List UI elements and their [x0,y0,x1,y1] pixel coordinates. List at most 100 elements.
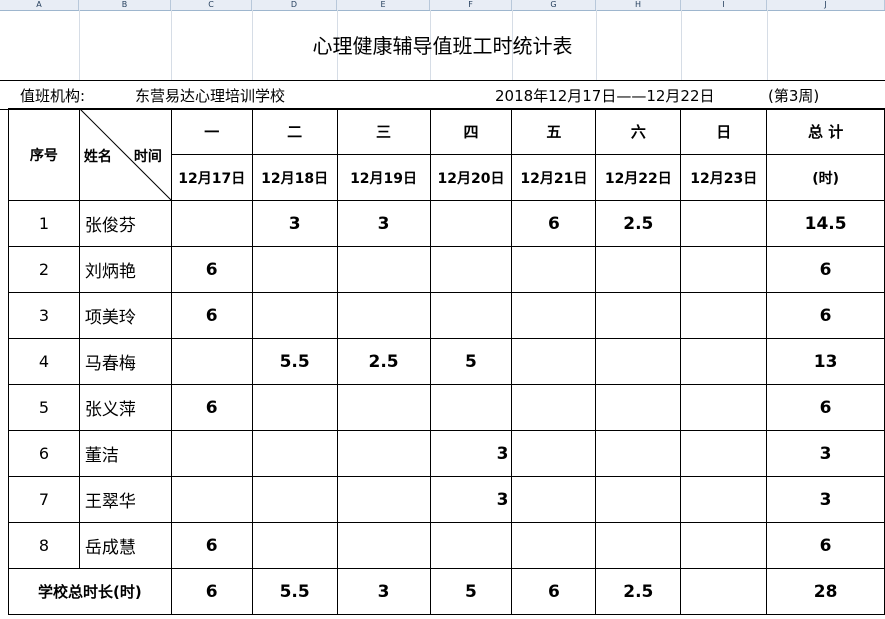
hours-cell[interactable] [680,338,768,385]
row-total[interactable]: 6 [766,384,885,431]
hours-cell[interactable]: 6 [170,246,253,293]
hours-cell[interactable] [170,338,253,385]
total-unit-header[interactable]: (时) [766,154,885,201]
day-total-cell[interactable]: 5 [429,568,513,615]
org-name[interactable]: 东营易达心理培训学校 [135,85,285,106]
hours-cell[interactable]: 6 [170,292,253,339]
day-total-cell[interactable]: 5.5 [251,568,338,615]
day-total-cell[interactable]: 6 [511,568,597,615]
col-header-g[interactable]: G [512,0,596,10]
day-total-cell[interactable]: 2.5 [595,568,682,615]
date-header[interactable]: 12月23日 [680,154,768,201]
hours-cell[interactable] [336,384,431,431]
row-index[interactable]: 6 [8,430,80,477]
hours-cell[interactable] [680,430,768,477]
hours-cell[interactable] [511,246,597,293]
hours-cell[interactable] [170,430,253,477]
row-index[interactable]: 7 [8,476,80,523]
hours-cell[interactable] [429,200,513,247]
hours-cell[interactable]: 2.5 [336,338,431,385]
col-header-i[interactable]: I [681,0,767,10]
hours-cell[interactable] [595,522,682,569]
hours-cell[interactable] [429,522,513,569]
hours-cell[interactable] [336,476,431,523]
hours-cell[interactable] [680,246,768,293]
day-total-cell[interactable]: 3 [336,568,431,615]
hours-cell[interactable] [680,384,768,431]
row-index[interactable]: 5 [8,384,80,431]
row-index[interactable]: 4 [8,338,80,385]
person-name[interactable]: 张义萍 [78,384,172,431]
date-header[interactable]: 12月21日 [511,154,597,201]
hours-cell[interactable] [429,292,513,339]
date-range[interactable]: 2018年12月17日——12月22日 [495,85,715,106]
hours-cell[interactable]: 3 [336,200,431,247]
row-total[interactable]: 6 [766,522,885,569]
col-header-j[interactable]: J [767,0,885,10]
date-header[interactable]: 12月17日 [170,154,253,201]
day-header[interactable]: 三 [336,108,431,155]
hours-cell[interactable] [595,430,682,477]
hours-cell[interactable]: 3 [251,200,338,247]
total-header[interactable]: 总 计 [766,108,885,155]
hours-cell[interactable] [336,292,431,339]
hours-cell[interactable] [251,384,338,431]
hours-cell[interactable] [680,476,768,523]
hours-cell[interactable] [595,246,682,293]
hours-cell[interactable]: 6 [511,200,597,247]
day-header[interactable]: 二 [251,108,338,155]
hours-cell[interactable] [251,430,338,477]
row-total[interactable]: 6 [766,246,885,293]
row-index[interactable]: 3 [8,292,80,339]
row-total[interactable]: 14.5 [766,200,885,247]
person-name[interactable]: 刘炳艳 [78,246,172,293]
hours-cell[interactable] [170,476,253,523]
seq-header[interactable]: 序号 [8,108,80,201]
hours-cell[interactable] [251,292,338,339]
col-header-e[interactable]: E [337,0,430,10]
day-header[interactable]: 四 [429,108,513,155]
grand-total[interactable]: 28 [766,568,885,615]
hours-cell[interactable]: 6 [170,384,253,431]
row-total[interactable]: 3 [766,476,885,523]
hours-cell[interactable] [511,338,597,385]
row-total[interactable]: 3 [766,430,885,477]
hours-cell[interactable] [595,292,682,339]
hours-cell[interactable] [511,384,597,431]
hours-cell[interactable] [595,384,682,431]
day-header[interactable]: 五 [511,108,597,155]
school-total-label[interactable]: 学校总时长(时) [8,568,172,615]
person-name[interactable]: 董洁 [78,430,172,477]
day-header[interactable]: 一 [170,108,253,155]
hours-cell[interactable]: 5.5 [251,338,338,385]
col-header-f[interactable]: F [430,0,512,10]
hours-cell[interactable] [511,522,597,569]
hours-cell[interactable]: 6 [170,522,253,569]
col-header-d[interactable]: D [252,0,337,10]
hours-cell[interactable] [680,200,768,247]
col-header-a[interactable]: A [0,0,79,10]
row-index[interactable]: 1 [8,200,80,247]
hours-cell[interactable]: 3 [429,430,513,477]
row-total[interactable]: 6 [766,292,885,339]
row-total[interactable]: 13 [766,338,885,385]
hours-cell[interactable] [336,246,431,293]
row-index[interactable]: 8 [8,522,80,569]
date-header[interactable]: 12月20日 [429,154,513,201]
hours-cell[interactable] [595,476,682,523]
hours-cell[interactable] [429,246,513,293]
hours-cell[interactable] [511,476,597,523]
person-name[interactable]: 张俊芬 [78,200,172,247]
day-header[interactable]: 日 [680,108,768,155]
hours-cell[interactable] [680,292,768,339]
hours-cell[interactable] [680,522,768,569]
hours-cell[interactable]: 3 [429,476,513,523]
sheet-title[interactable]: 心理健康辅导值班工时统计表 [0,30,885,59]
day-total-cell[interactable]: 6 [170,568,253,615]
hours-cell[interactable] [429,384,513,431]
hours-cell[interactable] [170,200,253,247]
day-header[interactable]: 六 [595,108,682,155]
hours-cell[interactable] [251,522,338,569]
org-label[interactable]: 值班机构: [20,85,85,106]
person-name[interactable]: 马春梅 [78,338,172,385]
